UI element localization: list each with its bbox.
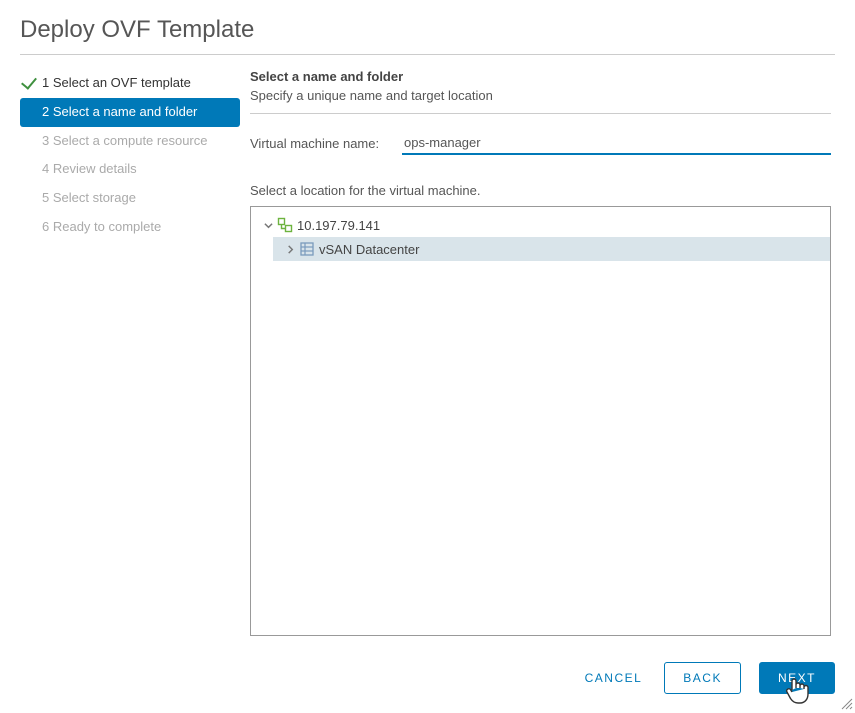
resize-handle-icon[interactable]	[841, 698, 853, 710]
wizard-step-1[interactable]: 1 Select an OVF template	[20, 69, 240, 98]
vcenter-icon	[277, 217, 293, 233]
chevron-right-icon[interactable]	[283, 245, 297, 254]
wizard-step-5: 5 Select storage	[20, 184, 240, 213]
tree-node-label: 10.197.79.141	[297, 218, 380, 233]
back-button[interactable]: BACK	[664, 662, 741, 694]
cancel-button[interactable]: CANCEL	[581, 663, 647, 693]
tree-node-label: vSAN Datacenter	[319, 242, 419, 257]
tree-node-datacenter[interactable]: vSAN Datacenter	[273, 237, 830, 261]
chevron-down-icon[interactable]	[261, 221, 275, 230]
section-heading: Select a name and folder	[250, 69, 831, 84]
wizard-step-6: 6 Ready to complete	[20, 213, 240, 242]
dialog-title: Deploy OVF Template	[20, 16, 835, 55]
section-sub: Specify a unique name and target locatio…	[250, 88, 831, 114]
wizard-step-2[interactable]: 2 Select a name and folder	[20, 98, 240, 127]
location-tree[interactable]: 10.197.79.141 vSAN Datacenter	[250, 206, 831, 636]
vm-name-input[interactable]	[402, 132, 831, 155]
wizard-step-3: 3 Select a compute resource	[20, 127, 240, 156]
wizard-sidebar: 1 Select an OVF template 2 Select a name…	[20, 69, 240, 636]
wizard-step-4: 4 Review details	[20, 155, 240, 184]
tree-node-host[interactable]: 10.197.79.141	[251, 213, 830, 237]
wizard-footer: CANCEL BACK NEXT	[581, 662, 835, 694]
location-label: Select a location for the virtual machin…	[250, 183, 831, 198]
vm-name-label: Virtual machine name:	[250, 136, 402, 151]
next-button[interactable]: NEXT	[759, 662, 835, 694]
datacenter-icon	[299, 241, 315, 257]
